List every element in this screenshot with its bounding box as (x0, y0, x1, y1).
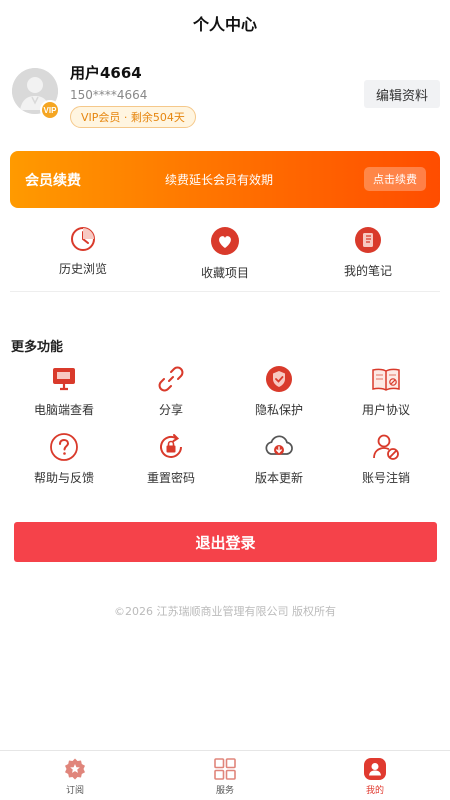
user-cancel-icon (373, 434, 399, 460)
edit-profile-button[interactable]: 编辑资料 (364, 80, 440, 108)
feature-version-update[interactable]: 版本更新 (229, 432, 329, 486)
tab-label-subscribe: 订阅 (65, 786, 84, 796)
tab-label-services: 服务 (215, 786, 234, 796)
feature-reset-password[interactable]: 重置密码 (121, 432, 221, 486)
feature-label: 电脑端查看 (33, 403, 94, 417)
quick-label-notes: 我的笔记 (343, 264, 392, 278)
feature-desktop-view[interactable]: 电脑端查看 (14, 364, 114, 418)
book-icon (372, 368, 400, 391)
history-icon (71, 227, 95, 251)
feature-label: 版本更新 (254, 471, 303, 485)
feature-label: 帮助与反馈 (33, 471, 94, 485)
notebook-icon (355, 227, 381, 253)
feature-privacy[interactable]: 隐私保护 (229, 364, 329, 418)
quick-item-notes[interactable]: 我的笔记 (318, 226, 418, 279)
membership-renew-banner[interactable]: 会员续费 续费延长会员有效期 点击续费 (10, 151, 440, 208)
banner-subtitle: 续费延长会员有效期 (165, 173, 274, 187)
more-features-title: 更多功能 (11, 340, 64, 355)
feature-label: 账号注销 (361, 471, 410, 485)
page-title: 个人中心 (192, 15, 257, 34)
username: 用户4664 (70, 64, 142, 82)
cloud-download-icon (265, 435, 293, 455)
quick-item-history[interactable]: 历史浏览 (33, 226, 133, 277)
heart-icon (211, 227, 239, 255)
quick-label-favorites: 收藏项目 (200, 266, 249, 280)
user-phone: 150****4664 (70, 88, 148, 102)
grid-icon (214, 758, 236, 780)
quick-label-history: 历史浏览 (58, 262, 107, 276)
copyright-text: ©2026 江苏瑞顺商业管理有限公司 版权所有 (114, 605, 336, 618)
bottom-tab-bar: 订阅 服务 我的 (0, 750, 450, 800)
top-bar: 个人中心 (0, 0, 450, 46)
vip-status-badge: VIP会员 · 剩余504天 (70, 106, 196, 128)
feature-share[interactable]: 分享 (121, 364, 221, 418)
tab-services[interactable]: 服务 (185, 757, 265, 796)
feature-user-agreement[interactable]: 用户协议 (336, 364, 436, 418)
lock-reset-icon (160, 434, 182, 458)
profile-card: VIP 用户4664 150****4664 VIP会员 · 剩余504天 编辑… (12, 62, 440, 132)
renew-button[interactable]: 点击续费 (364, 167, 426, 191)
banner-title: 会员续费 (25, 172, 81, 189)
logout-button[interactable]: 退出登录 (14, 522, 437, 562)
feature-help-feedback[interactable]: 帮助与反馈 (14, 432, 114, 486)
feature-label: 分享 (158, 403, 183, 417)
star-badge-icon (65, 758, 85, 780)
feature-label: 用户协议 (361, 403, 410, 417)
vip-avatar-badge: VIP (40, 100, 60, 120)
quick-item-favorites[interactable]: 收藏项目 (175, 226, 275, 281)
link-icon (158, 366, 184, 392)
shield-icon (266, 366, 292, 392)
tab-subscribe[interactable]: 订阅 (35, 757, 115, 796)
feature-account-deletion[interactable]: 账号注销 (336, 432, 436, 486)
feature-label: 隐私保护 (254, 403, 303, 417)
help-icon (50, 433, 78, 461)
user-icon (364, 758, 386, 780)
feature-label: 重置密码 (146, 471, 195, 485)
quick-links: 历史浏览 收藏项目 我的笔记 (10, 226, 440, 292)
tab-label-mine: 我的 (365, 786, 384, 796)
monitor-icon (53, 368, 75, 391)
tab-mine[interactable]: 我的 (335, 757, 415, 796)
